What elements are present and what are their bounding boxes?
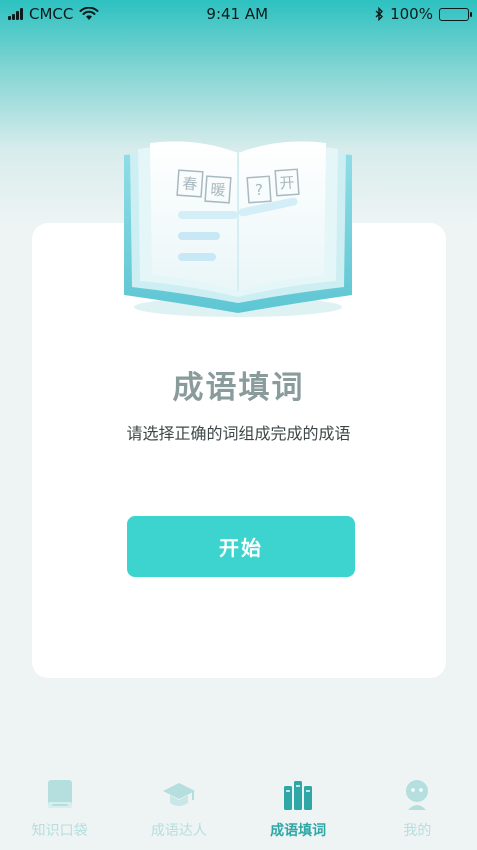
book-icon [47,780,72,808]
book-glyph-2: 暖 [210,180,226,199]
tab-idiom-fill[interactable]: 成语填词 [243,770,353,850]
battery-percent: 100% [390,5,433,23]
book-glyph-3: ? [254,181,263,200]
open-book-illustration: 春 暖 ? 开 [124,141,352,317]
start-button[interactable]: 开始 [127,516,355,577]
bluetooth-icon [375,7,384,21]
user-icon [406,780,429,810]
tab-label: 我的 [403,823,432,839]
status-time: 9:41 AM [206,5,269,23]
tab-knowledge-pocket[interactable]: 知识口袋 [5,770,115,850]
tab-label: 知识口袋 [31,823,88,839]
graduation-cap-icon [162,783,195,806]
wifi-icon [79,7,99,20]
books-icon [284,781,313,810]
page-title: 成语填词 [172,370,305,406]
tab-idiom-master[interactable]: 成语达人 [124,770,234,850]
tab-label: 成语达人 [150,823,207,839]
book-glyph-1: 春 [182,174,198,193]
battery-icon [438,7,472,21]
signal-icon [8,8,23,20]
carrier-name: CMCC [29,5,74,23]
tab-mine[interactable]: 我的 [362,770,472,850]
book-glyph-4: 开 [279,173,295,192]
bottom-tab-bar: 知识口袋 成语达人 成语填词 我的 [0,770,477,850]
status-bar: CMCC 9:41 AM 100% [0,0,477,28]
page-subtitle: 请选择正确的词组成完成的成语 [126,424,351,443]
tab-label: 成语填词 [270,823,327,839]
